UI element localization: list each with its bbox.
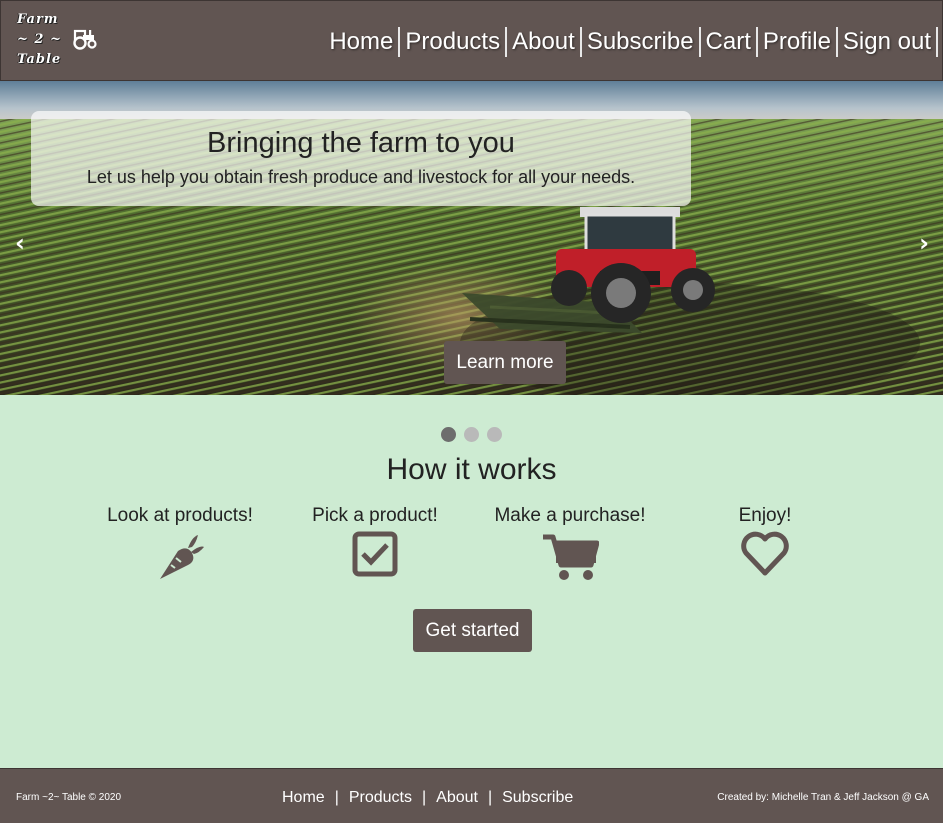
- heart-icon: [741, 531, 789, 576]
- hero-title: Bringing the farm to you: [207, 127, 515, 159]
- step-label: Pick a product!: [312, 505, 438, 526]
- footer-separator: |: [421, 789, 427, 806]
- carousel-next-icon[interactable]: ›: [919, 229, 929, 257]
- checkbox-icon: [352, 531, 398, 577]
- site-logo[interactable]: Farm ~ 2 ~ Table: [17, 10, 107, 76]
- get-started-button[interactable]: Get started: [413, 609, 532, 652]
- nav-products[interactable]: Products: [400, 27, 508, 57]
- nav-home[interactable]: Home: [329, 27, 401, 57]
- footer-link-about[interactable]: About: [436, 789, 478, 807]
- site-footer: Farm ~2~ Table © 2020 Home | Products | …: [0, 768, 943, 823]
- footer-link-subscribe[interactable]: Subscribe: [502, 789, 573, 807]
- learn-more-button[interactable]: Learn more: [444, 341, 566, 384]
- nav-about[interactable]: About: [507, 27, 582, 57]
- step-label: Make a purchase!: [494, 505, 646, 526]
- nav-profile[interactable]: Profile: [758, 27, 838, 57]
- step-label: Look at products!: [107, 505, 253, 526]
- step-enjoy: Enjoy!: [665, 505, 865, 577]
- footer-copyright: Farm ~2~ Table © 2020: [16, 792, 122, 803]
- hero-carousel: Bringing the farm to you Let us help you…: [0, 81, 943, 395]
- logo-line-3: Table: [17, 52, 62, 67]
- tractor-icon: [73, 29, 97, 50]
- logo-line-2: ~ 2 ~: [17, 32, 62, 47]
- site-header: Farm ~ 2 ~ Table Home Products About Sub…: [0, 0, 943, 81]
- footer-nav: Home | Products | About | Subscribe: [282, 789, 573, 807]
- carousel-dot-2[interactable]: [464, 427, 479, 442]
- hero-subtitle: Let us help you obtain fresh produce and…: [86, 167, 636, 187]
- carousel-dot-3[interactable]: [487, 427, 502, 442]
- logo-line-1: Farm: [17, 12, 59, 27]
- footer-credit: Created by: Michelle Tran & Jeff Jackson…: [717, 792, 929, 803]
- footer-separator: |: [334, 789, 339, 806]
- carousel-prev-icon[interactable]: ‹: [15, 229, 25, 257]
- footer-separator: |: [487, 789, 493, 806]
- logo-text: Farm ~ 2 ~ Table: [17, 10, 62, 70]
- how-it-works-title: How it works: [386, 453, 557, 486]
- footer-link-products[interactable]: Products: [349, 789, 412, 807]
- nav-sign-out[interactable]: Sign out: [838, 27, 938, 57]
- carousel-indicators: [441, 427, 502, 442]
- carousel-dot-1[interactable]: [441, 427, 456, 442]
- main-nav: Home Products About Subscribe Cart Profi…: [329, 27, 938, 57]
- step-label: Enjoy!: [738, 505, 792, 526]
- cart-icon: [543, 534, 599, 580]
- nav-cart[interactable]: Cart: [701, 27, 758, 57]
- carrot-icon: [160, 535, 204, 579]
- step-purchase: Make a purchase!: [470, 505, 670, 581]
- hero-banner: Bringing the farm to you Let us help you…: [31, 111, 691, 206]
- footer-link-home[interactable]: Home: [282, 789, 325, 807]
- step-look: Look at products!: [80, 505, 280, 581]
- nav-subscribe[interactable]: Subscribe: [582, 27, 701, 57]
- step-pick: Pick a product!: [275, 505, 475, 577]
